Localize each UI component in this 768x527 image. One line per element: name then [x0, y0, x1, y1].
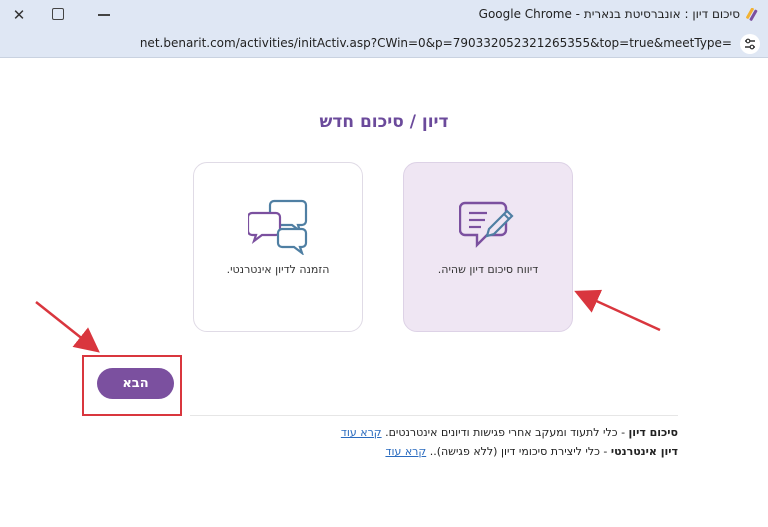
description-text: - כלי ליצירת סיכומי דיון (ללא פגישה).. — [426, 445, 611, 458]
page-title: דיון / סיכום חדש — [319, 112, 449, 132]
annotation-arrow-next — [35, 301, 100, 353]
description-term: סיכום דיון — [628, 426, 678, 439]
chat-pen-icon — [459, 201, 514, 248]
description-term: דיון אינטרנטי — [610, 445, 678, 458]
address-bar: net.benarit.com/activities/initActiv.asp… — [0, 30, 768, 58]
divider — [190, 415, 678, 416]
card-label-discussion-summary: דיווח סיכום דיון שהיה. — [437, 263, 539, 276]
description-internet: דיון אינטרנטי - כלי ליצירת סיכומי דיון (… — [385, 445, 678, 458]
option-card-discussion-summary[interactable]: דיווח סיכום דיון שהיה. — [403, 162, 573, 332]
chat-bubbles-icon — [248, 199, 308, 255]
minimize-window-icon[interactable] — [98, 14, 110, 16]
maximize-window-icon[interactable] — [52, 8, 64, 20]
browser-title-bar: ✕ סיכום דיון : אונברסיטת בנארית - Google… — [0, 0, 768, 30]
url-field[interactable]: net.benarit.com/activities/initActiv.asp… — [140, 36, 732, 50]
read-more-link[interactable]: קרא עוד — [385, 445, 426, 458]
close-window-icon[interactable]: ✕ — [8, 4, 30, 26]
card-label-internet-discussion: הזמנה לדיון אינטרנטי. — [226, 263, 330, 276]
annotation-arrow-card — [574, 289, 661, 332]
site-settings-icon[interactable] — [740, 34, 760, 54]
option-card-internet-discussion[interactable]: הזמנה לדיון אינטרנטי. — [193, 162, 363, 332]
window-title: סיכום דיון : אונברסיטת בנארית - Google C… — [478, 7, 740, 21]
read-more-link[interactable]: קרא עוד — [341, 426, 382, 439]
description-summary: סיכום דיון - כלי לתעוד ומעקב אחרי פגישות… — [341, 426, 678, 439]
next-button[interactable]: הבא — [97, 368, 174, 399]
description-text: - כלי לתעוד ומעקב אחרי פגישות ודיונים אי… — [381, 426, 629, 439]
site-favicon-icon — [746, 8, 758, 21]
